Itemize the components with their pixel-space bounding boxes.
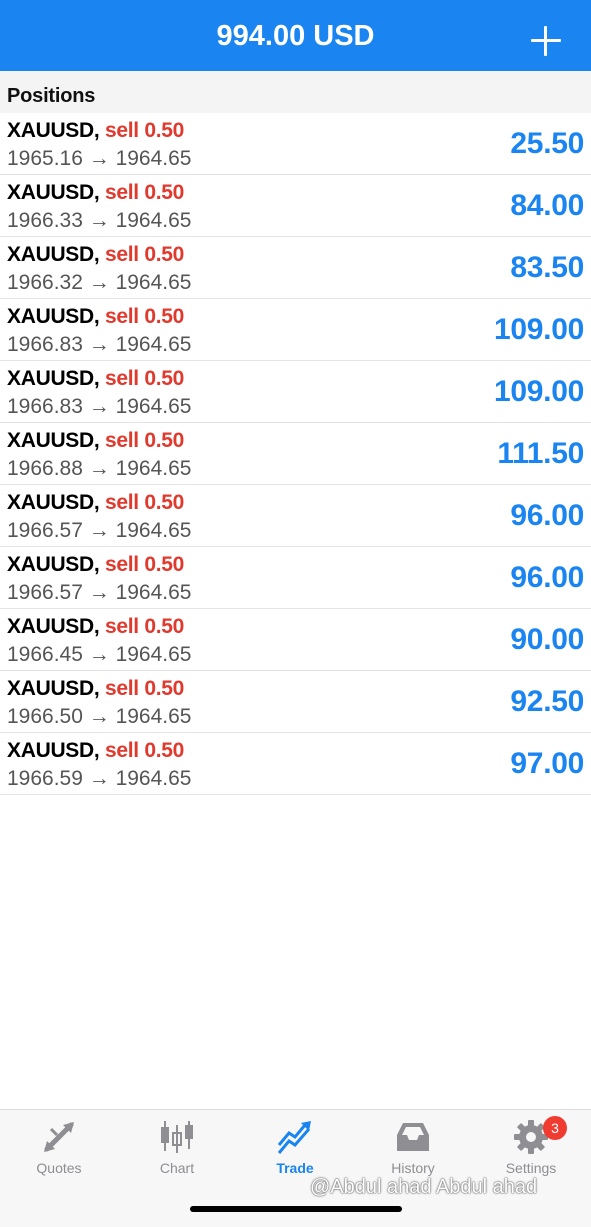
tab-history-label: History — [391, 1160, 435, 1176]
position-side-volume: sell 0.50 — [104, 491, 185, 514]
position-title: XAUUSD, sell 0.50 — [7, 739, 184, 763]
position-prices: 1965.16 → 1964.65 — [7, 147, 192, 170]
position-prices: 1966.57 → 1964.65 — [7, 519, 192, 542]
position-side-volume: sell 0.50 — [104, 181, 185, 204]
positions-list: XAUUSD, sell 0.50 1965.16 → 1964.65 25.50 X… — [0, 113, 591, 795]
position-profit: 109.00 — [494, 375, 584, 408]
top-bar: 994.00 USD — [0, 0, 591, 71]
position-prices: 1966.88 → 1964.65 — [7, 457, 192, 480]
position-prices: 1966.59 → 1964.65 — [7, 767, 192, 790]
position-profit: 96.00 — [510, 561, 584, 594]
position-row[interactable]: XAUUSD, sell 0.50 1966.32 → 1964.65 83.50 — [0, 237, 591, 299]
position-title: XAUUSD, sell 0.50 — [7, 367, 184, 391]
position-row[interactable]: XAUUSD, sell 0.50 1966.83 → 1964.65 109.00 — [0, 361, 591, 423]
position-symbol: XAUUSD, — [7, 119, 100, 142]
position-prices: 1966.50 → 1964.65 — [7, 705, 192, 728]
position-side-volume: sell 0.50 — [104, 367, 185, 390]
position-symbol: XAUUSD, — [7, 181, 100, 204]
position-title: XAUUSD, sell 0.50 — [7, 305, 184, 329]
plus-icon[interactable] — [531, 26, 561, 56]
position-side-volume: sell 0.50 — [104, 429, 185, 452]
position-profit: 92.50 — [510, 685, 584, 718]
tab-trade-label: Trade — [276, 1160, 314, 1176]
position-title: XAUUSD, sell 0.50 — [7, 677, 184, 701]
quotes-arrows-icon — [44, 1122, 74, 1152]
position-symbol: XAUUSD, — [7, 739, 100, 762]
tab-quotes-label: Quotes — [36, 1160, 82, 1176]
position-row[interactable]: XAUUSD, sell 0.50 1966.59 → 1964.65 97.00 — [0, 733, 591, 795]
position-prices: 1966.83 → 1964.65 — [7, 395, 192, 418]
position-side-volume: sell 0.50 — [104, 615, 185, 638]
home-indicator[interactable] — [190, 1206, 402, 1212]
position-side-volume: sell 0.50 — [104, 243, 185, 266]
position-row[interactable]: XAUUSD, sell 0.50 1966.45 → 1964.65 90.00 — [0, 609, 591, 671]
position-profit: 111.50 — [497, 437, 584, 470]
position-title: XAUUSD, sell 0.50 — [7, 429, 184, 453]
settings-notification-badge: 3 — [543, 1116, 567, 1140]
position-title: XAUUSD, sell 0.50 — [7, 243, 184, 267]
position-profit: 83.50 — [510, 251, 584, 284]
position-row[interactable]: XAUUSD, sell 0.50 1966.57 → 1964.65 96.00 — [0, 547, 591, 609]
position-symbol: XAUUSD, — [7, 429, 100, 452]
position-symbol: XAUUSD, — [7, 553, 100, 576]
position-title: XAUUSD, sell 0.50 — [7, 615, 184, 639]
candlestick-chart-icon — [161, 1121, 193, 1153]
position-profit: 84.00 — [510, 189, 584, 222]
position-row[interactable]: XAUUSD, sell 0.50 1965.16 → 1964.65 25.50 — [0, 113, 591, 175]
tab-quotes[interactable]: Quotes — [0, 1110, 118, 1190]
position-prices: 1966.83 → 1964.65 — [7, 333, 192, 356]
position-row[interactable]: XAUUSD, sell 0.50 1966.33 → 1964.65 84.00 — [0, 175, 591, 237]
tab-chart[interactable]: Chart — [118, 1110, 236, 1190]
position-prices: 1966.45 → 1964.65 — [7, 643, 192, 666]
position-symbol: XAUUSD, — [7, 677, 100, 700]
tab-chart-label: Chart — [159, 1160, 195, 1176]
position-profit: 97.00 — [510, 747, 584, 780]
position-side-volume: sell 0.50 — [104, 119, 185, 142]
position-prices: 1966.33 → 1964.65 — [7, 209, 192, 232]
position-title: XAUUSD, sell 0.50 — [7, 181, 184, 205]
position-row[interactable]: XAUUSD, sell 0.50 1966.50 → 1964.65 92.50 — [0, 671, 591, 733]
position-row[interactable]: XAUUSD, sell 0.50 1966.88 → 1964.65 111.50 — [0, 423, 591, 485]
trade-trend-icon — [277, 1121, 311, 1154]
position-row[interactable]: XAUUSD, sell 0.50 1966.83 → 1964.65 109.00 — [0, 299, 591, 361]
position-profit: 25.50 — [510, 127, 584, 160]
position-symbol: XAUUSD, — [7, 615, 100, 638]
position-title: XAUUSD, sell 0.50 — [7, 491, 184, 515]
inbox-tray-icon — [397, 1123, 429, 1151]
position-symbol: XAUUSD, — [7, 491, 100, 514]
positions-label: Positions — [7, 85, 96, 107]
position-profit: 90.00 — [510, 623, 584, 656]
position-symbol: XAUUSD, — [7, 243, 100, 266]
position-prices: 1966.32 → 1964.65 — [7, 271, 192, 294]
position-side-volume: sell 0.50 — [104, 739, 185, 762]
positions-section-header: Positions — [0, 71, 591, 113]
position-title: XAUUSD, sell 0.50 — [7, 119, 184, 143]
position-side-volume: sell 0.50 — [104, 677, 185, 700]
position-symbol: XAUUSD, — [7, 367, 100, 390]
position-side-volume: sell 0.50 — [104, 553, 185, 576]
position-symbol: XAUUSD, — [7, 305, 100, 328]
tab-settings-label: Settings — [505, 1160, 557, 1176]
position-profit: 96.00 — [510, 499, 584, 532]
position-row[interactable]: XAUUSD, sell 0.50 1966.57 → 1964.65 96.00 — [0, 485, 591, 547]
position-profit: 109.00 — [494, 313, 584, 346]
position-prices: 1966.57 → 1964.65 — [7, 581, 192, 604]
watermark-text: @Abdul ahad Abdul ahad — [310, 1176, 538, 1198]
position-side-volume: sell 0.50 — [104, 305, 185, 328]
account-balance: 994.00 USD — [216, 20, 375, 52]
position-title: XAUUSD, sell 0.50 — [7, 553, 184, 577]
